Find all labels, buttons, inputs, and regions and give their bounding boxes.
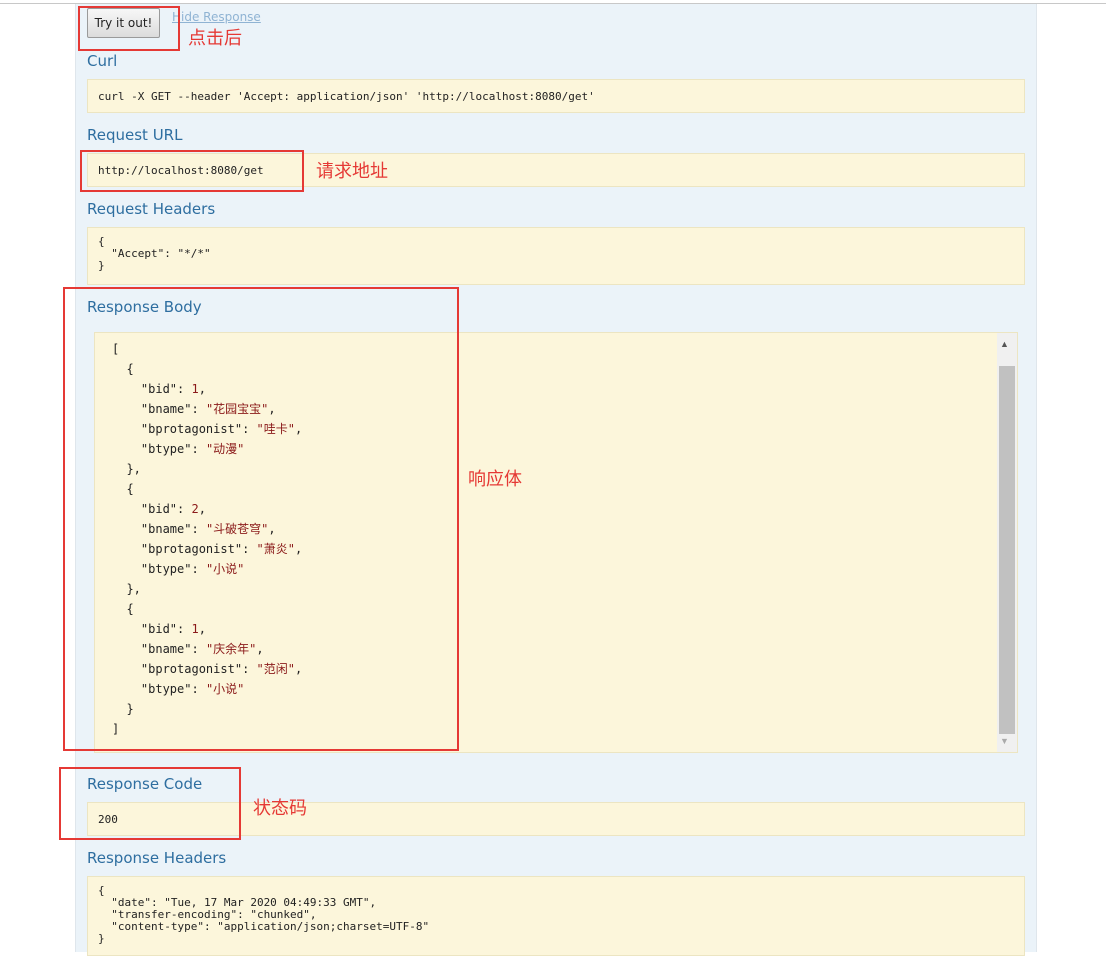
annotation-response-body: 响应体: [468, 469, 522, 490]
scroll-up-arrow-icon[interactable]: ▲: [1000, 339, 1009, 349]
curl-label: Curl: [87, 52, 118, 70]
annotation-request-address: 请求地址: [316, 161, 388, 182]
annotation-after-click: 点击后: [188, 28, 242, 49]
response-headers-label: Response Headers: [87, 849, 227, 867]
response-headers-text: { "date": "Tue, 17 Mar 2020 04:49:33 GMT…: [98, 884, 430, 945]
curl-command: curl -X GET --header 'Accept: applicatio…: [98, 90, 595, 103]
annotation-box-response-code: [59, 767, 241, 840]
request-headers-box: { "Accept": "*/*" }: [87, 227, 1025, 285]
response-headers-box: { "date": "Tue, 17 Mar 2020 04:49:33 GMT…: [87, 876, 1025, 956]
annotation-box-try-button: [78, 6, 180, 51]
annotation-box-response-body: [63, 287, 459, 751]
request-headers-label: Request Headers: [87, 200, 216, 218]
hide-response-link[interactable]: Hide Response: [172, 10, 261, 24]
request-headers-text: { "Accept": "*/*" }: [98, 235, 211, 272]
curl-box: curl -X GET --header 'Accept: applicatio…: [87, 79, 1025, 113]
request-url-label: Request URL: [87, 126, 183, 144]
annotation-status-code: 状态码: [253, 798, 307, 819]
scrollbar-thumb[interactable]: [999, 366, 1015, 734]
annotation-box-request-url: [80, 150, 304, 192]
scroll-down-arrow-icon[interactable]: ▼: [1000, 736, 1009, 746]
